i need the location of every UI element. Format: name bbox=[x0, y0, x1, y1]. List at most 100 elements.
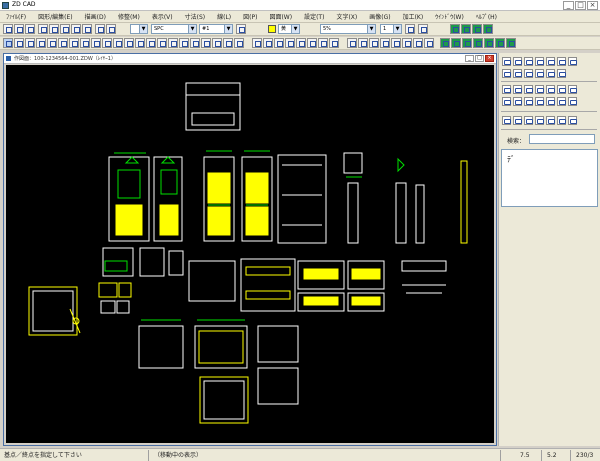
palette-tool-26-button[interactable] bbox=[557, 97, 566, 106]
snap-end-button[interactable] bbox=[347, 38, 357, 48]
palette-tool-25-button[interactable] bbox=[546, 97, 555, 106]
scale-select[interactable]: 5% ▼ bbox=[320, 24, 376, 34]
snap-button[interactable] bbox=[418, 24, 428, 34]
color-swatch[interactable] bbox=[268, 25, 276, 33]
maximize-button[interactable]: □ bbox=[575, 1, 586, 10]
corner-tool-5-button[interactable] bbox=[296, 38, 306, 48]
select-tool-button[interactable] bbox=[3, 38, 13, 48]
layer-lock-button[interactable] bbox=[405, 24, 415, 34]
palette-tool-18-button[interactable] bbox=[546, 85, 555, 94]
palette-tool-23-button[interactable] bbox=[524, 97, 533, 106]
palette-tool-21-button[interactable] bbox=[502, 97, 511, 106]
palette-tool-11-button[interactable] bbox=[535, 69, 544, 78]
color-select[interactable]: 黄 ▼ bbox=[278, 24, 300, 34]
corner-tool-7-button[interactable] bbox=[318, 38, 328, 48]
offset-tool-button[interactable] bbox=[179, 38, 189, 48]
palette-tool-15-button[interactable] bbox=[513, 85, 522, 94]
pen-width-select[interactable]: #1 ▼ bbox=[199, 24, 233, 34]
preview-button[interactable] bbox=[49, 24, 59, 34]
ortho-button[interactable] bbox=[461, 24, 471, 34]
new-file-button[interactable] bbox=[3, 24, 13, 34]
palette-tool-14-button[interactable] bbox=[502, 85, 511, 94]
layer-2-button[interactable] bbox=[451, 38, 461, 48]
cut-button[interactable] bbox=[60, 24, 70, 34]
cad-canvas[interactable] bbox=[6, 65, 494, 443]
menu-process[interactable]: 加工(K) bbox=[403, 12, 424, 21]
snap-tan-button[interactable] bbox=[424, 38, 434, 48]
undo-button[interactable] bbox=[95, 24, 105, 34]
corner-tool-2-button[interactable] bbox=[263, 38, 273, 48]
palette-tool-27-button[interactable] bbox=[568, 97, 577, 106]
symbol-list[interactable]: ﾃﾞ bbox=[501, 149, 598, 207]
chamfer-tool-button[interactable] bbox=[201, 38, 211, 48]
snap-mid-button[interactable] bbox=[358, 38, 368, 48]
minimize-button[interactable]: _ bbox=[563, 1, 574, 10]
measure-tool-button[interactable] bbox=[234, 38, 244, 48]
text-tool-button[interactable] bbox=[69, 38, 79, 48]
palette-tool-7-button[interactable] bbox=[568, 57, 577, 66]
palette-tool-8-button[interactable] bbox=[502, 69, 511, 78]
polyline-tool-button[interactable] bbox=[25, 38, 35, 48]
hatch-tool-button[interactable] bbox=[91, 38, 101, 48]
palette-tool-6-button[interactable] bbox=[557, 57, 566, 66]
rect-tool-button[interactable] bbox=[36, 38, 46, 48]
scale-tool-button[interactable] bbox=[146, 38, 156, 48]
palette-tool-32-button[interactable] bbox=[546, 116, 555, 125]
extend-tool-button[interactable] bbox=[168, 38, 178, 48]
doc-minimize-button[interactable]: _ bbox=[465, 55, 474, 62]
snap-near-button[interactable] bbox=[402, 38, 412, 48]
corner-tool-1-button[interactable] bbox=[252, 38, 262, 48]
layer-3-button[interactable] bbox=[462, 38, 472, 48]
box-tool-button[interactable] bbox=[236, 24, 246, 34]
open-file-button[interactable] bbox=[14, 24, 24, 34]
rotate-tool-button[interactable] bbox=[124, 38, 134, 48]
palette-tool-24-button[interactable] bbox=[535, 97, 544, 106]
palette-tool-17-button[interactable] bbox=[535, 85, 544, 94]
print-button[interactable] bbox=[38, 24, 48, 34]
paste-button[interactable] bbox=[82, 24, 92, 34]
palette-tool-20-button[interactable] bbox=[568, 85, 577, 94]
palette-tool-1-button[interactable] bbox=[502, 57, 511, 66]
corner-tool-3-button[interactable] bbox=[274, 38, 284, 48]
corner-tool-4-button[interactable] bbox=[285, 38, 295, 48]
layer-4-button[interactable] bbox=[473, 38, 483, 48]
menu-draw[interactable]: 描画(D) bbox=[85, 12, 106, 21]
palette-tool-4-button[interactable] bbox=[535, 57, 544, 66]
grid-button[interactable] bbox=[450, 24, 460, 34]
palette-tool-12-button[interactable] bbox=[546, 69, 555, 78]
move-tool-button[interactable] bbox=[102, 38, 112, 48]
palette-tool-34-button[interactable] bbox=[568, 116, 577, 125]
arc-tool-button[interactable] bbox=[58, 38, 68, 48]
menu-image[interactable]: 画像(G) bbox=[369, 12, 390, 21]
palette-tool-31-button[interactable] bbox=[535, 116, 544, 125]
palette-tool-19-button[interactable] bbox=[557, 85, 566, 94]
trim-tool-button[interactable] bbox=[157, 38, 167, 48]
snap-quad-button[interactable] bbox=[413, 38, 423, 48]
palette-tool-5-button[interactable] bbox=[546, 57, 555, 66]
menu-figure[interactable]: 図(P) bbox=[243, 12, 257, 21]
save-file-button[interactable] bbox=[25, 24, 35, 34]
symbol-list-item[interactable]: ﾃﾞ bbox=[507, 154, 515, 165]
break-tool-button[interactable] bbox=[212, 38, 222, 48]
corner-tool-8-button[interactable] bbox=[329, 38, 339, 48]
menu-window[interactable]: ｳｲﾝﾄﾞｳ(W) bbox=[435, 12, 464, 21]
osnap-button[interactable] bbox=[472, 24, 482, 34]
snap-cen-button[interactable] bbox=[369, 38, 379, 48]
search-input[interactable] bbox=[529, 134, 595, 144]
palette-tool-9-button[interactable] bbox=[513, 69, 522, 78]
copy-tool-button[interactable] bbox=[113, 38, 123, 48]
doc-maximize-button[interactable]: □ bbox=[475, 55, 484, 62]
palette-tool-30-button[interactable] bbox=[524, 116, 533, 125]
menu-settings[interactable]: 設定(T) bbox=[304, 12, 324, 21]
fillet-tool-button[interactable] bbox=[190, 38, 200, 48]
copy-button[interactable] bbox=[71, 24, 81, 34]
palette-tool-29-button[interactable] bbox=[513, 116, 522, 125]
dim-tool-button[interactable] bbox=[80, 38, 90, 48]
menu-help[interactable]: ﾍﾙﾌﾟ(H) bbox=[476, 12, 497, 21]
layer-select[interactable]: 1 ▼ bbox=[380, 24, 402, 34]
snap-int-button[interactable] bbox=[380, 38, 390, 48]
layer-1-button[interactable] bbox=[440, 38, 450, 48]
corner-tool-6-button[interactable] bbox=[307, 38, 317, 48]
menu-file[interactable]: ﾌｧｲﾙ(F) bbox=[6, 12, 26, 21]
palette-tool-10-button[interactable] bbox=[524, 69, 533, 78]
